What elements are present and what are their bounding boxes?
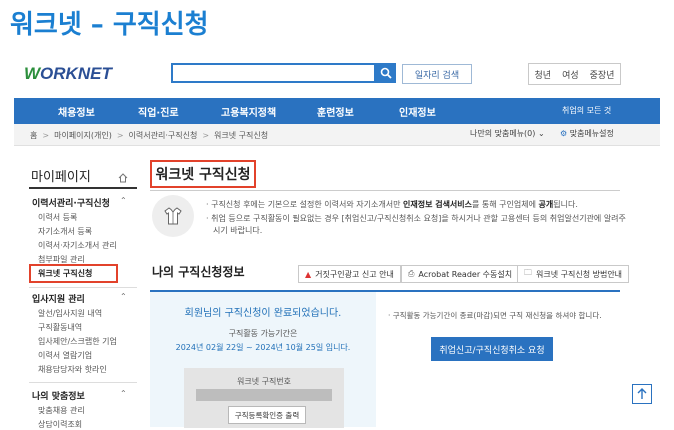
nav-welfare-policy[interactable]: 고용복지정책 (221, 104, 276, 119)
job-search-button[interactable]: 일자리 검색 (402, 64, 472, 84)
arrow-up-icon (637, 388, 647, 399)
acrobat-install-button[interactable]: ⎙ Acrobat Reader 수동설치 (401, 265, 520, 283)
sidebar-item-application-history[interactable]: 알선/입사지원 내역 (38, 308, 102, 319)
audience-links: 청년 여성 중장년 (528, 63, 621, 85)
breadcrumb-bar: 홈 > 마이페이지(개인) > 이력서관리·구직신청 > 워크넷 구직신청 나만… (14, 124, 660, 146)
nav-all-services[interactable]: 취업의 모든 것 (562, 105, 611, 116)
sidebar-item-job-application[interactable]: 워크넷 구직신청 (38, 268, 92, 279)
breadcrumb-separator: > (202, 131, 210, 140)
application-number-masked (196, 389, 332, 401)
link-youth[interactable]: 청년 (535, 68, 552, 81)
folder-icon: 🗀 (524, 268, 532, 277)
breadcrumb: 홈 > 마이페이지(개인) > 이력서관리·구직신청 > 워크넷 구직신청 (30, 130, 268, 141)
page-heading: 워크넷 – 구직신청 (10, 10, 209, 40)
completion-message: 회원님의 구직신청이 완료되었습니다. (184, 308, 342, 319)
sidebar-divider (29, 382, 137, 383)
my-menu-label: 나만의 맞춤메뉴(0) (470, 129, 536, 138)
sidebar-rule (29, 187, 137, 189)
sidebar-item-custom-jobs[interactable]: 맞춤채용 관리 (38, 405, 85, 416)
title-rule (150, 190, 620, 191)
sidebar-item-cover-letter[interactable]: 자기소개서 등록 (38, 226, 92, 237)
application-number-label: 워크넷 구직번호 (236, 377, 292, 386)
menu-settings-link[interactable]: ⚙ 맞춤메뉴설정 (560, 128, 614, 139)
notice-line-1: · 구직신청 후에는 기본으로 설정한 이력서와 자기소개서만 인재정보 검색서… (206, 200, 578, 209)
nav-jobs[interactable]: 채용정보 (58, 104, 95, 119)
search-input[interactable] (171, 63, 376, 83)
reapply-notice: · 구직활동 가능기간이 종료(마감)되면 구직 재신청을 하셔야 합니다. (388, 311, 602, 320)
link-women[interactable]: 여성 (562, 68, 579, 81)
chevron-down-icon: ⌄ (537, 129, 545, 138)
application-guide-button[interactable]: 🗀 워크넷 구직신청 방법안내 (517, 265, 630, 283)
sidebar-group-custom[interactable]: 나의 맞춤정보 (32, 389, 85, 402)
menu-settings-label: 맞춤메뉴설정 (569, 129, 614, 138)
sidebar-group-resume[interactable]: 이력서관리·구직신청 (32, 196, 110, 209)
sidebar-item-resume-manage[interactable]: 이력서·자기소개서 관리 (38, 240, 117, 251)
my-menu-dropdown[interactable]: 나만의 맞춤메뉴(0) ⌄ (470, 128, 545, 139)
period-label: 구직활동 가능기간은 (228, 329, 298, 338)
sidebar-title: 마이페이지 (31, 170, 91, 185)
search-icon (380, 67, 392, 79)
chevron-up-icon[interactable]: ⌃ (120, 196, 127, 205)
sidebar-group-application[interactable]: 입사지원 관리 (32, 292, 85, 305)
notice-line-2: · 취업 등으로 구직활동이 필요없는 경우 [취업신고/구직신청취소 요청]을… (206, 214, 626, 223)
false-ad-report-button[interactable]: ▲ 거짓구인광고 신고 안내 (298, 265, 401, 283)
link-middle-aged[interactable]: 중장년 (590, 68, 615, 81)
section-title: 나의 구직신청정보 (152, 265, 245, 279)
scroll-top-button[interactable] (632, 384, 652, 404)
sidebar-item-resume-viewers[interactable]: 이력서 열람기업 (38, 350, 92, 361)
page-title: 워크넷 구직신청 (150, 160, 256, 188)
worknet-logo[interactable]: WORKNET (24, 64, 112, 84)
application-number-card: 워크넷 구직번호 구직등록확인증 출력 (184, 368, 344, 428)
sidebar-divider (29, 287, 137, 288)
period-value: 2024년 02월 22일 ~ 2024년 10월 25일 입니다. (175, 343, 351, 352)
printer-icon: ⎙ (408, 269, 415, 278)
sidebar-item-activity-history[interactable]: 구직활동내역 (38, 322, 82, 333)
nav-career[interactable]: 직업·진로 (138, 104, 179, 119)
nav-training[interactable]: 훈련정보 (317, 104, 354, 119)
breadcrumb-resume[interactable]: 이력서관리·구직신청 (129, 130, 198, 141)
main-nav: 채용정보 직업·진로 고용복지정책 훈련정보 인재정보 취업의 모든 것 (14, 98, 660, 124)
breadcrumb-separator: > (42, 131, 50, 140)
chevron-up-icon[interactable]: ⌃ (120, 389, 127, 398)
chevron-up-icon[interactable]: ⌃ (120, 292, 127, 301)
sidebar-item-counsel-history[interactable]: 상담이력조회 (38, 419, 82, 430)
gear-icon: ⚙ (560, 129, 568, 138)
print-certificate-button[interactable]: 구직등록확인증 출력 (228, 406, 306, 424)
breadcrumb-mypage[interactable]: 마이페이지(개인) (54, 130, 112, 141)
nav-talent[interactable]: 인재정보 (399, 104, 436, 119)
home-icon[interactable] (118, 168, 128, 187)
warning-icon: ▲ (305, 269, 312, 279)
shirt-icon (152, 195, 194, 237)
logo-text: ORKNET (40, 64, 112, 83)
breadcrumb-separator: > (116, 131, 124, 140)
application-status-panel: 회원님의 구직신청이 완료되었습니다. 구직활동 가능기간은 2024년 02월… (150, 292, 376, 428)
logo-w: W (24, 64, 41, 83)
breadcrumb-current: 워크넷 구직신청 (214, 131, 269, 140)
search-button[interactable] (376, 63, 396, 83)
sidebar-item-offers-scraps[interactable]: 입사제안/스크랩한 기업 (38, 336, 117, 347)
sidebar-item-hotline[interactable]: 채용담당자와 핫라인 (38, 364, 107, 375)
notice-line-2-cont: 시기 바랍니다. (213, 226, 263, 235)
breadcrumb-home[interactable]: 홈 (30, 130, 37, 141)
sidebar-item-resume-register[interactable]: 이력서 등록 (38, 212, 77, 223)
cancel-application-button[interactable]: 취업신고/구직신청취소 요청 (431, 337, 553, 361)
